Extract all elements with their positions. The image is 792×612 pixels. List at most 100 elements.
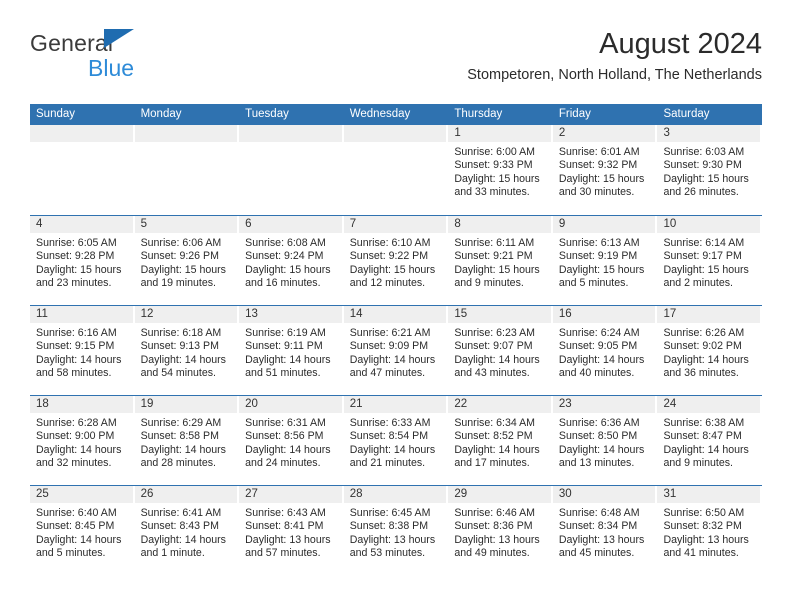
calendar-day-cell[interactable]: 11 Sunrise: 6:16 AM Sunset: 9:15 PM Dayligh… bbox=[30, 306, 135, 395]
calendar-day-cell[interactable]: 20 Sunrise: 6:31 AM Sunset: 8:56 PM Dayligh… bbox=[239, 396, 344, 485]
day-number-band: 14 bbox=[343, 306, 449, 323]
day-number-band: 26 bbox=[134, 486, 240, 503]
calendar-day-cell[interactable]: 17 Sunrise: 6:26 AM Sunset: 9:02 PM Dayligh… bbox=[657, 306, 763, 395]
day-number: 5 bbox=[140, 218, 147, 230]
day-number: 16 bbox=[558, 308, 572, 320]
sunset-text: Sunset: 8:43 PM bbox=[140, 520, 219, 533]
day-number-band: 10 bbox=[657, 216, 763, 233]
day-details: Sunrise: 6:28 AM Sunset: 9:00 PM Daylight:… bbox=[30, 413, 135, 471]
calendar-day-cell[interactable]: 13 Sunrise: 6:19 AM Sunset: 9:11 PM Dayligh… bbox=[239, 306, 344, 395]
day-number-band: 18 bbox=[30, 396, 135, 413]
daylight-text: Daylight: 14 hours bbox=[558, 443, 645, 456]
day-number: 29 bbox=[454, 488, 468, 500]
calendar-day-cell[interactable]: 22 Sunrise: 6:34 AM Sunset: 8:52 PM Dayligh… bbox=[448, 396, 553, 485]
calendar-week-row: 18 Sunrise: 6:28 AM Sunset: 9:00 PM Dayligh… bbox=[30, 395, 763, 485]
calendar-day-cell[interactable]: 1 Sunrise: 6:00 AM Sunset: 9:33 PM Daylight… bbox=[448, 125, 553, 215]
day-number: 22 bbox=[454, 398, 468, 410]
daylight-text: Daylight: 14 hours bbox=[140, 443, 226, 456]
sunset-text: Sunset: 8:56 PM bbox=[245, 430, 324, 443]
sunrise-text: Sunrise: 6:26 AM bbox=[663, 327, 745, 339]
generalblue-logo[interactable]: General Blue bbox=[30, 29, 250, 80]
calendar-cell-empty bbox=[134, 125, 240, 215]
daylight-text: Daylight: 14 hours bbox=[245, 443, 331, 456]
daylight-text: Daylight: 15 hours bbox=[663, 263, 749, 276]
day-details: Sunrise: 6:45 AM Sunset: 8:38 PM Daylight:… bbox=[344, 503, 449, 561]
day-number-band: 2 bbox=[552, 125, 658, 142]
day-number: 12 bbox=[140, 308, 154, 320]
calendar-day-cell[interactable]: 2 Sunrise: 6:01 AM Sunset: 9:32 PM Daylight… bbox=[552, 125, 658, 215]
day-details: Sunrise: 6:46 AM Sunset: 8:36 PM Daylight:… bbox=[448, 503, 553, 561]
day-number-band: 27 bbox=[239, 486, 344, 503]
calendar-day-cell[interactable]: 30 Sunrise: 6:48 AM Sunset: 8:34 PM Dayligh… bbox=[552, 486, 658, 575]
day-number-band bbox=[30, 125, 135, 142]
weekday-header-thursday: Thursday bbox=[454, 108, 503, 120]
day-details: Sunrise: 6:08 AM Sunset: 9:24 PM Daylight:… bbox=[239, 233, 344, 291]
calendar-day-cell[interactable]: 31 Sunrise: 6:50 AM Sunset: 8:32 PM Dayligh… bbox=[657, 486, 763, 575]
sunrise-text: Sunrise: 6:01 AM bbox=[558, 146, 640, 158]
calendar-day-cell[interactable]: 29 Sunrise: 6:46 AM Sunset: 8:36 PM Dayligh… bbox=[448, 486, 553, 575]
calendar-body: 1 Sunrise: 6:00 AM Sunset: 9:33 PM Daylight… bbox=[30, 125, 763, 575]
calendar-day-cell[interactable]: 23 Sunrise: 6:36 AM Sunset: 8:50 PM Dayligh… bbox=[552, 396, 658, 485]
day-details: Sunrise: 6:06 AM Sunset: 9:26 PM Daylight:… bbox=[135, 233, 240, 291]
daylight-text: Daylight: 15 hours bbox=[663, 172, 749, 185]
day-number-band: 9 bbox=[552, 216, 658, 233]
calendar-day-cell[interactable]: 27 Sunrise: 6:43 AM Sunset: 8:41 PM Dayligh… bbox=[239, 486, 344, 575]
sunrise-text: Sunrise: 6:50 AM bbox=[663, 507, 745, 519]
day-details: Sunrise: 6:23 AM Sunset: 9:07 PM Daylight:… bbox=[448, 323, 553, 381]
sunrise-text: Sunrise: 6:10 AM bbox=[349, 237, 431, 249]
calendar-day-cell[interactable]: 15 Sunrise: 6:23 AM Sunset: 9:07 PM Dayligh… bbox=[448, 306, 553, 395]
calendar-day-cell[interactable]: 14 Sunrise: 6:21 AM Sunset: 9:09 PM Dayligh… bbox=[343, 306, 449, 395]
day-number-band bbox=[134, 125, 240, 142]
day-number-band: 21 bbox=[343, 396, 449, 413]
day-details: Sunrise: 6:13 AM Sunset: 9:19 PM Daylight:… bbox=[553, 233, 658, 291]
daylight-text-cont: and 21 minutes. bbox=[349, 457, 426, 470]
calendar-day-cell[interactable]: 26 Sunrise: 6:41 AM Sunset: 8:43 PM Dayligh… bbox=[134, 486, 240, 575]
daylight-text-cont: and 23 minutes. bbox=[36, 277, 112, 290]
day-number: 30 bbox=[558, 488, 572, 500]
sunset-text: Sunset: 9:13 PM bbox=[140, 340, 219, 353]
weekday-header-row: Sunday Monday Tuesday Wednesday Thursday Frid… bbox=[30, 104, 762, 125]
daylight-text: Daylight: 14 hours bbox=[36, 443, 122, 456]
day-number: 18 bbox=[36, 398, 49, 410]
day-number-band: 5 bbox=[134, 216, 240, 233]
day-number: 10 bbox=[663, 218, 677, 230]
calendar-day-cell[interactable]: 5 Sunrise: 6:06 AM Sunset: 9:26 PM Daylight… bbox=[134, 216, 240, 305]
calendar-day-cell[interactable]: 12 Sunrise: 6:18 AM Sunset: 9:13 PM Dayligh… bbox=[134, 306, 240, 395]
daylight-text-cont: and 53 minutes. bbox=[349, 547, 426, 560]
daylight-text-cont: and 24 minutes. bbox=[245, 457, 321, 470]
calendar-day-cell[interactable]: 16 Sunrise: 6:24 AM Sunset: 9:05 PM Dayligh… bbox=[552, 306, 658, 395]
sunrise-text: Sunrise: 6:19 AM bbox=[245, 327, 326, 339]
day-number: 3 bbox=[663, 127, 670, 139]
calendar-day-cell[interactable]: 7 Sunrise: 6:10 AM Sunset: 9:22 PM Daylight… bbox=[343, 216, 449, 305]
calendar-day-cell[interactable]: 25 Sunrise: 6:40 AM Sunset: 8:45 PM Dayligh… bbox=[30, 486, 135, 575]
logo-triangle-icon bbox=[104, 29, 134, 48]
daylight-text: Daylight: 15 hours bbox=[245, 263, 331, 276]
daylight-text-cont: and 5 minutes. bbox=[558, 277, 629, 290]
sunrise-text: Sunrise: 6:08 AM bbox=[245, 237, 326, 249]
calendar-day-cell[interactable]: 21 Sunrise: 6:33 AM Sunset: 8:54 PM Dayligh… bbox=[343, 396, 449, 485]
calendar-day-cell[interactable]: 19 Sunrise: 6:29 AM Sunset: 8:58 PM Dayligh… bbox=[134, 396, 240, 485]
day-number-band: 30 bbox=[552, 486, 658, 503]
day-number: 7 bbox=[349, 218, 357, 230]
calendar-day-cell[interactable]: 3 Sunrise: 6:03 AM Sunset: 9:30 PM Daylight… bbox=[657, 125, 763, 215]
calendar-day-cell[interactable]: 8 Sunrise: 6:11 AM Sunset: 9:21 PM Daylight… bbox=[448, 216, 553, 305]
calendar-day-cell[interactable]: 24 Sunrise: 6:38 AM Sunset: 8:47 PM Dayligh… bbox=[657, 396, 763, 485]
day-details: Sunrise: 6:10 AM Sunset: 9:22 PM Daylight:… bbox=[344, 233, 449, 291]
calendar-day-cell[interactable]: 28 Sunrise: 6:45 AM Sunset: 8:38 PM Dayligh… bbox=[343, 486, 449, 575]
sunset-text: Sunset: 8:54 PM bbox=[349, 430, 429, 443]
sunrise-text: Sunrise: 6:18 AM bbox=[140, 327, 222, 339]
day-details: Sunrise: 6:34 AM Sunset: 8:52 PM Daylight:… bbox=[448, 413, 553, 471]
calendar-day-cell[interactable]: 10 Sunrise: 6:14 AM Sunset: 9:17 PM Dayligh… bbox=[657, 216, 763, 305]
calendar-week-row: 11 Sunrise: 6:16 AM Sunset: 9:15 PM Dayligh… bbox=[30, 305, 763, 395]
daylight-text: Daylight: 13 hours bbox=[454, 533, 540, 546]
sunset-text: Sunset: 9:22 PM bbox=[349, 250, 429, 263]
day-number-band: 15 bbox=[448, 306, 553, 323]
calendar-day-cell[interactable]: 6 Sunrise: 6:08 AM Sunset: 9:24 PM Daylight… bbox=[239, 216, 344, 305]
daylight-text: Daylight: 15 hours bbox=[36, 263, 122, 276]
calendar-day-cell[interactable]: 18 Sunrise: 6:28 AM Sunset: 9:00 PM Dayligh… bbox=[30, 396, 135, 485]
day-number: 20 bbox=[245, 398, 258, 410]
day-details: Sunrise: 6:29 AM Sunset: 8:58 PM Daylight:… bbox=[135, 413, 240, 471]
calendar-day-cell[interactable]: 9 Sunrise: 6:13 AM Sunset: 9:19 PM Daylight… bbox=[552, 216, 658, 305]
calendar-day-cell[interactable]: 4 Sunrise: 6:05 AM Sunset: 9:28 PM Daylight… bbox=[30, 216, 135, 305]
day-number: 2 bbox=[558, 127, 566, 139]
